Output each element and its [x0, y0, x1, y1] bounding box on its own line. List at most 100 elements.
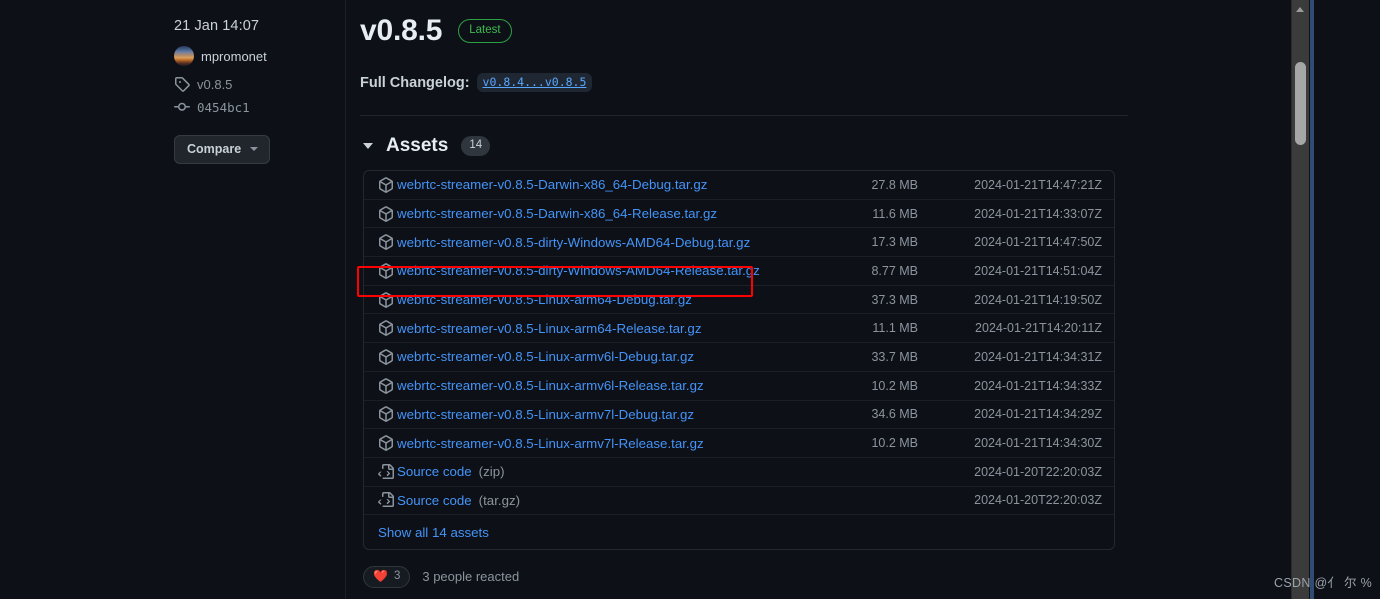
asset-size: 11.1 MB	[872, 321, 918, 336]
reactions-row: ❤️ 3 3 people reacted	[363, 566, 1130, 588]
commit-icon	[174, 102, 190, 111]
table-row[interactable]: Source code (zip) 2024-01-20T22:20:03Z	[364, 458, 1114, 487]
asset-size: 10.2 MB	[871, 378, 918, 393]
table-row[interactable]: webrtc-streamer-v0.8.5-Darwin-x86_64-Rel…	[364, 200, 1114, 229]
status-badge: Latest	[458, 19, 512, 43]
vertical-scrollbar[interactable]	[1291, 0, 1309, 599]
table-row[interactable]: webrtc-streamer-v0.8.5-Linux-armv6l-Debu…	[364, 343, 1114, 372]
package-icon	[379, 435, 393, 451]
asset-size: 33.7 MB	[871, 349, 918, 364]
reaction-summary: 3 people reacted	[422, 569, 520, 585]
assets-count-badge: 14	[461, 136, 491, 156]
asset-link[interactable]: Source code	[397, 464, 472, 479]
table-row[interactable]: webrtc-streamer-v0.8.5-Linux-armv6l-Rele…	[364, 372, 1114, 401]
asset-link[interactable]: webrtc-streamer-v0.8.5-Linux-arm64-Debug…	[397, 292, 692, 307]
table-row[interactable]: webrtc-streamer-v0.8.5-Linux-armv7l-Rele…	[364, 429, 1114, 458]
asset-format-label: (tar.gz)	[478, 492, 521, 508]
author-row[interactable]: mpromonet	[174, 46, 334, 66]
scrollbar-thumb[interactable]	[1295, 62, 1306, 145]
table-row[interactable]: webrtc-streamer-v0.8.5-Linux-arm64-Relea…	[364, 314, 1114, 344]
show-all-assets-link[interactable]: Show all 14 assets	[378, 525, 489, 540]
asset-link[interactable]: webrtc-streamer-v0.8.5-dirty-Windows-AMD…	[397, 263, 760, 278]
author-name[interactable]: mpromonet	[201, 49, 267, 64]
package-icon	[379, 234, 393, 251]
tag-label[interactable]: v0.8.5	[197, 77, 232, 92]
commit-hash[interactable]: 0454bc1	[197, 100, 250, 115]
package-icon	[379, 176, 393, 193]
table-row[interactable]: webrtc-streamer-v0.8.5-Linux-armv7l-Debu…	[364, 401, 1114, 430]
watermark: CSDN @亻 尔 %	[1274, 576, 1372, 590]
tag-icon	[175, 77, 190, 92]
show-all-assets-row: Show all 14 assets	[364, 515, 1114, 549]
release-page: 21 Jan 14:07 mpromonet v0.8.5 0454bc1 Co…	[0, 0, 1380, 599]
asset-link[interactable]: Source code	[397, 493, 472, 508]
commit-row[interactable]: 0454bc1	[174, 99, 334, 115]
asset-date: 2024-01-21T14:51:04Z	[974, 263, 1102, 278]
asset-link[interactable]: webrtc-streamer-v0.8.5-Linux-armv6l-Rele…	[397, 378, 704, 393]
asset-link[interactable]: webrtc-streamer-v0.8.5-Linux-arm64-Relea…	[397, 321, 701, 336]
asset-name-cell: Source code (zip)	[378, 463, 798, 480]
asset-link[interactable]: webrtc-streamer-v0.8.5-Linux-armv6l-Debu…	[397, 349, 694, 364]
assets-table: webrtc-streamer-v0.8.5-Darwin-x86_64-Deb…	[363, 170, 1115, 551]
package-icon	[379, 320, 393, 337]
asset-name-cell: webrtc-streamer-v0.8.5-Linux-armv6l-Rele…	[378, 377, 798, 394]
package-icon	[379, 406, 393, 423]
asset-date: 2024-01-21T14:47:50Z	[974, 235, 1102, 250]
asset-link[interactable]: webrtc-streamer-v0.8.5-Linux-armv7l-Debu…	[397, 407, 694, 422]
release-meta-sidebar: 21 Jan 14:07 mpromonet v0.8.5 0454bc1 Co…	[174, 18, 334, 165]
asset-name-cell: Source code (tar.gz)	[378, 492, 798, 508]
file-code-icon	[378, 463, 394, 479]
avatar[interactable]	[174, 46, 194, 66]
divider	[360, 115, 1128, 116]
asset-name-cell: webrtc-streamer-v0.8.5-Linux-arm64-Debug…	[378, 291, 798, 308]
window-edge-accent	[1310, 0, 1314, 599]
assets-title[interactable]: Assets	[386, 135, 448, 157]
asset-link[interactable]: webrtc-streamer-v0.8.5-dirty-Windows-AMD…	[397, 235, 750, 250]
asset-size: 8.77 MB	[871, 263, 918, 278]
chevron-down-icon[interactable]	[363, 143, 373, 149]
table-row[interactable]: webrtc-streamer-v0.8.5-Linux-arm64-Debug…	[364, 286, 1114, 315]
asset-size: 10.2 MB	[871, 436, 918, 451]
asset-date: 2024-01-21T14:19:50Z	[974, 292, 1102, 307]
asset-size: 27.8 MB	[871, 177, 918, 192]
asset-date: 2024-01-21T14:34:30Z	[974, 436, 1102, 451]
assets-header: Assets 14	[363, 135, 1130, 157]
right-pane	[1314, 0, 1380, 599]
asset-name-cell: webrtc-streamer-v0.8.5-Linux-armv7l-Rele…	[378, 435, 798, 451]
asset-name-cell: webrtc-streamer-v0.8.5-dirty-Windows-AMD…	[378, 263, 798, 279]
table-row[interactable]: webrtc-streamer-v0.8.5-dirty-Windows-AMD…	[364, 228, 1114, 258]
page-title: v0.8.5	[360, 14, 443, 47]
asset-size: 17.3 MB	[871, 235, 918, 250]
table-row[interactable]: webrtc-streamer-v0.8.5-Darwin-x86_64-Deb…	[364, 171, 1114, 200]
reaction-heart-button[interactable]: ❤️ 3	[363, 566, 411, 588]
asset-link[interactable]: webrtc-streamer-v0.8.5-Darwin-x86_64-Rel…	[397, 206, 717, 221]
release-header: v0.8.5 Latest	[360, 0, 1130, 48]
asset-date: 2024-01-20T22:20:03Z	[974, 464, 1102, 479]
asset-name-cell: webrtc-streamer-v0.8.5-Linux-armv7l-Debu…	[378, 406, 798, 423]
asset-link[interactable]: webrtc-streamer-v0.8.5-Linux-armv7l-Rele…	[397, 436, 704, 451]
file-code-icon	[378, 492, 394, 508]
asset-name-cell: webrtc-streamer-v0.8.5-dirty-Windows-AMD…	[378, 234, 798, 251]
package-icon	[379, 377, 393, 394]
chevron-down-icon	[250, 147, 259, 152]
reaction-count: 3	[393, 570, 401, 583]
asset-size: 34.6 MB	[871, 407, 918, 422]
scroll-up-arrow-icon[interactable]	[1296, 7, 1304, 12]
asset-link[interactable]: webrtc-streamer-v0.8.5-Darwin-x86_64-Deb…	[397, 177, 707, 192]
asset-date: 2024-01-21T14:47:21Z	[974, 177, 1102, 192]
release-date: 21 Jan 14:07	[174, 18, 260, 34]
changelog-row: Full Changelog: v0.8.4...v0.8.5	[360, 73, 1130, 92]
asset-name-cell: webrtc-streamer-v0.8.5-Darwin-x86_64-Rel…	[378, 205, 798, 222]
asset-date: 2024-01-21T14:20:11Z	[975, 321, 1102, 336]
asset-date: 2024-01-21T14:34:29Z	[974, 407, 1102, 422]
package-icon	[379, 291, 393, 308]
package-icon	[379, 263, 393, 279]
changelog-link[interactable]: v0.8.4...v0.8.5	[476, 73, 593, 92]
table-row[interactable]: webrtc-streamer-v0.8.5-dirty-Windows-AMD…	[364, 257, 1114, 286]
compare-button[interactable]: Compare	[174, 135, 271, 165]
asset-size: 11.6 MB	[872, 206, 918, 221]
asset-date: 2024-01-21T14:33:07Z	[974, 206, 1102, 221]
tag-row[interactable]: v0.8.5	[174, 76, 334, 92]
table-row[interactable]: Source code (tar.gz) 2024-01-20T22:20:03Z	[364, 487, 1114, 516]
asset-name-cell: webrtc-streamer-v0.8.5-Darwin-x86_64-Deb…	[378, 176, 798, 193]
